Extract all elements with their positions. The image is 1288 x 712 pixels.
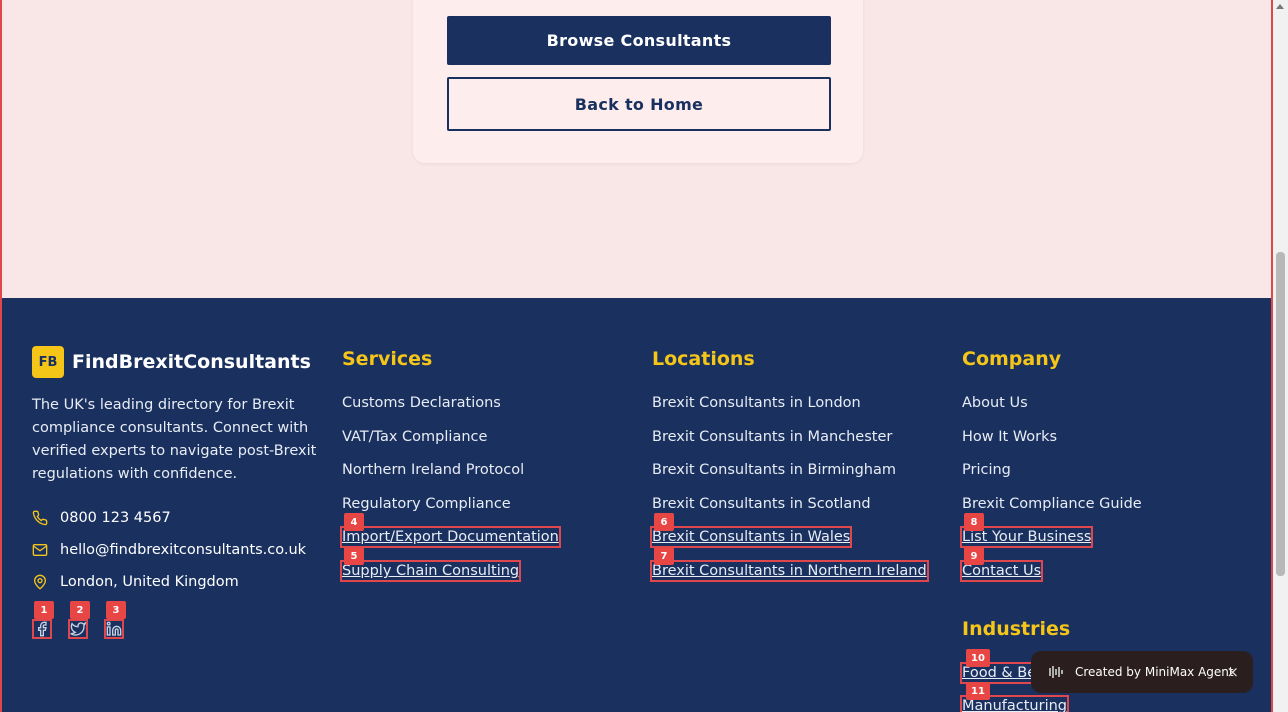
locations-heading: Locations — [652, 348, 755, 370]
locations-link-scotland[interactable]: Brexit Consultants in Scotland — [652, 495, 871, 513]
company-link-how-it-works[interactable]: How It Works — [962, 428, 1057, 446]
scrollbar[interactable] — [1273, 0, 1288, 712]
services-link-vat[interactable]: VAT/Tax Compliance — [342, 428, 487, 446]
element-tag: 5 — [344, 547, 364, 565]
element-tag: 2 — [70, 601, 90, 619]
browse-consultants-button[interactable]: Browse Consultants — [447, 16, 831, 65]
services-link-customs[interactable]: Customs Declarations — [342, 394, 501, 412]
close-icon[interactable]: × — [1226, 663, 1239, 681]
twitter-icon — [70, 621, 86, 636]
toast-text: Created by MiniMax Agent — [1075, 665, 1234, 679]
element-tag: 10 — [966, 649, 990, 667]
locations-link-northern-ireland[interactable]: Brexit Consultants in Northern Ireland — [650, 560, 929, 582]
element-tag: 4 — [344, 513, 364, 531]
locations-link-wales[interactable]: Brexit Consultants in Wales — [649, 526, 853, 548]
services-link-supply-chain[interactable]: Supply Chain Consulting — [339, 560, 522, 582]
twitter-link[interactable] — [68, 619, 88, 639]
element-tag: 7 — [654, 547, 674, 565]
action-card: Browse Consultants Back to Home — [413, 0, 863, 163]
element-tag: 8 — [964, 513, 984, 531]
footer-brand[interactable]: FB FindBrexitConsultants — [32, 346, 311, 378]
contact-location: London, United Kingdom — [32, 574, 239, 590]
element-tag: 3 — [106, 601, 126, 619]
mail-icon — [32, 544, 48, 556]
phone-icon — [32, 510, 48, 526]
brand-logo: FB — [32, 346, 64, 378]
locations-link-london[interactable]: Brexit Consultants in London — [652, 394, 861, 412]
map-pin-icon — [33, 574, 47, 590]
linkedin-icon — [106, 621, 122, 636]
services-link-ni-protocol[interactable]: Northern Ireland Protocol — [342, 461, 524, 479]
scrollbar-thumb[interactable] — [1276, 252, 1285, 576]
facebook-icon — [38, 621, 47, 637]
element-tag: 11 — [966, 682, 990, 700]
locations-link-birmingham[interactable]: Brexit Consultants in Birmingham — [652, 461, 896, 479]
services-link-regulatory[interactable]: Regulatory Compliance — [342, 495, 511, 513]
element-tag: 1 — [34, 601, 54, 619]
email-text: hello@findbrexitconsultants.co.uk — [60, 542, 307, 558]
main-content: Browse Consultants Back to Home — [2, 0, 1271, 298]
element-tag: 9 — [964, 547, 984, 565]
back-to-home-button[interactable]: Back to Home — [447, 77, 831, 131]
page-frame: Browse Consultants Back to Home FB FindB… — [0, 0, 1273, 712]
services-link-import-export[interactable]: Import/Export Documentation — [340, 526, 561, 548]
locations-link-manchester[interactable]: Brexit Consultants in Manchester — [652, 428, 892, 446]
services-heading: Services — [342, 348, 433, 370]
company-link-about[interactable]: About Us — [962, 394, 1028, 412]
brand-name: FindBrexitConsultants — [72, 351, 311, 373]
waveform-icon — [1049, 666, 1063, 678]
location-text: London, United Kingdom — [60, 574, 239, 590]
linkedin-link[interactable] — [104, 619, 124, 639]
element-tag: 6 — [654, 513, 674, 531]
agent-toast: Created by MiniMax Agent × — [1031, 651, 1253, 693]
site-footer: FB FindBrexitConsultants The UK's leadin… — [2, 298, 1271, 712]
contact-email: hello@findbrexitconsultants.co.uk — [32, 542, 306, 558]
phone-text: 0800 123 4567 — [60, 510, 171, 526]
company-heading: Company — [962, 348, 1062, 370]
scroll-up-arrow-icon[interactable] — [1276, 4, 1284, 9]
brand-description: The UK's leading directory for Brexit co… — [32, 397, 317, 482]
company-link-pricing[interactable]: Pricing — [962, 461, 1011, 479]
company-link-guide[interactable]: Brexit Compliance Guide — [962, 495, 1142, 513]
facebook-link[interactable] — [32, 619, 52, 639]
contact-phone: 0800 123 4567 — [32, 510, 171, 526]
industries-heading: Industries — [962, 618, 1071, 640]
